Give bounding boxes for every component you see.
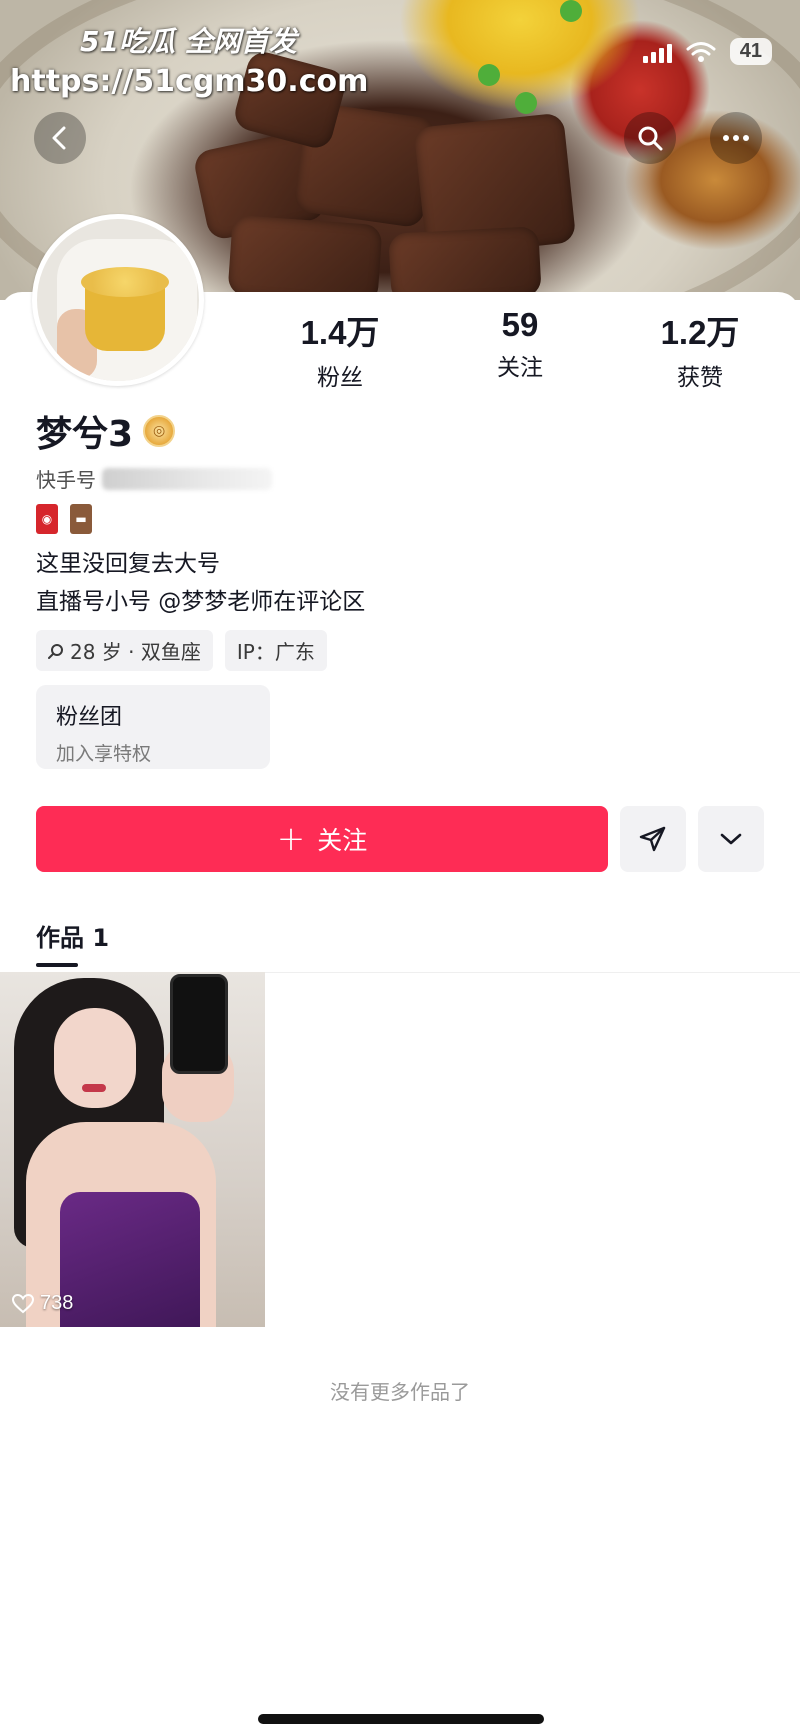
stat-following[interactable]: 59 关注 <box>430 306 610 392</box>
wifi-icon <box>686 41 716 62</box>
stats-row: 1.4万 粉丝 59 关注 1.2万 获赞 <box>250 306 790 392</box>
stat-value: 1.4万 <box>300 314 380 351</box>
watermark-url: https://51cgm30.com <box>10 64 369 99</box>
fan-club-title: 粉丝团 <box>56 705 123 730</box>
follow-button[interactable]: + 关注 <box>36 806 608 872</box>
brown-tag-icon[interactable]: ▬ <box>70 504 92 534</box>
share-button[interactable] <box>620 806 686 872</box>
home-indicator[interactable] <box>258 1714 544 1724</box>
chevron-down-icon <box>720 833 742 845</box>
watermark: 51吃瓜 全网首发 https://51cgm30.com <box>10 20 368 99</box>
more-icon <box>723 135 749 141</box>
name-row: 梦兮3 ◎ <box>36 405 176 457</box>
plus-icon: + <box>276 819 306 859</box>
search-button[interactable] <box>624 112 676 164</box>
work-thumbnail[interactable]: 738 <box>0 972 265 1327</box>
search-icon <box>638 126 663 151</box>
stat-likes[interactable]: 1.2万 获赞 <box>610 306 790 392</box>
chevron-left-icon <box>52 126 66 150</box>
search-small-icon <box>48 643 63 659</box>
medal-icon[interactable]: ◎ <box>143 415 176 447</box>
avatar[interactable] <box>32 214 204 386</box>
stat-value: 1.2万 <box>660 314 740 351</box>
account-id: 快手号 <box>36 464 272 493</box>
work-likes-count: 738 <box>40 1292 74 1314</box>
signal-icon <box>642 41 672 63</box>
stat-label: 粉丝 <box>317 365 363 391</box>
expand-button[interactable] <box>698 806 764 872</box>
no-more-works: 没有更多作品了 <box>330 1380 470 1404</box>
stat-value: 59 <box>501 306 539 343</box>
ip-chip-text: IP：广东 <box>236 640 315 664</box>
account-id-blurred <box>102 467 272 490</box>
back-button[interactable] <box>34 112 86 164</box>
heart-icon <box>12 1293 34 1313</box>
age-chip-text: 28 岁 · 双鱼座 <box>70 640 201 664</box>
fan-club-subtitle: 加入享特权 <box>56 743 152 765</box>
stat-label: 获赞 <box>677 365 723 391</box>
age-chip: 28 岁 · 双鱼座 <box>36 630 213 671</box>
profile-name: 梦兮3 <box>36 414 134 455</box>
status-bar: 41 <box>642 38 772 65</box>
work-likes: 738 <box>12 1292 73 1315</box>
battery-indicator: 41 <box>729 38 772 65</box>
tab-works[interactable]: 作品 1 <box>36 918 109 953</box>
tab-underline <box>36 963 78 967</box>
stat-followers[interactable]: 1.4万 粉丝 <box>250 306 430 392</box>
bio: 这里没回复去大号 直播号小号 @梦梦老师在评论区 <box>36 545 365 621</box>
stat-label: 关注 <box>497 355 543 381</box>
ip-chip: IP：广东 <box>224 630 327 671</box>
red-envelope-icon[interactable]: ◉ <box>36 504 58 534</box>
send-icon <box>639 826 666 852</box>
more-button[interactable] <box>710 112 762 164</box>
follow-label: 关注 <box>317 826 368 855</box>
tag-icons: ◉ ▬ <box>36 504 92 534</box>
bio-line: 这里没回复去大号 <box>36 551 220 577</box>
fan-club-card[interactable]: 粉丝团 加入享特权 <box>36 685 270 769</box>
account-id-label: 快手号 <box>36 468 96 492</box>
watermark-brand: 51吃瓜 全网首发 <box>80 25 297 58</box>
info-chips: 28 岁 · 双鱼座 IP：广东 <box>36 630 327 671</box>
bio-line: 直播号小号 @梦梦老师在评论区 <box>36 589 366 615</box>
